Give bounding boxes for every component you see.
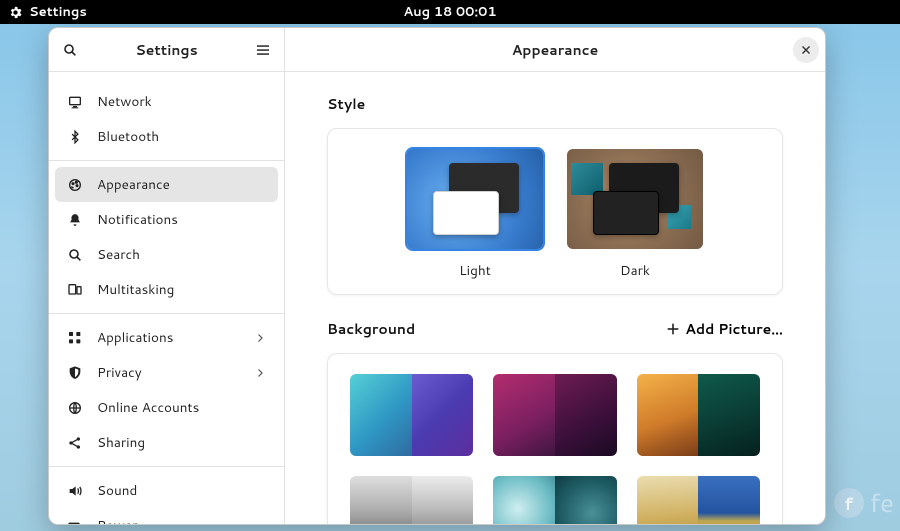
sidebar-search-button[interactable] (55, 35, 85, 65)
fedora-logo-icon: f (834, 488, 864, 518)
sidebar-item-bluetooth[interactable]: Bluetooth (55, 119, 278, 154)
multitask-icon (67, 282, 83, 298)
sidebar-item-appearance[interactable]: Appearance (55, 167, 278, 202)
sidebar-item-search[interactable]: Search (55, 237, 278, 272)
sidebar-item-label: Applications (97, 328, 173, 347)
add-picture-button[interactable]: Add Picture… (665, 319, 783, 339)
sidebar-item-label: Search (97, 245, 140, 264)
background-tile-4[interactable] (350, 476, 473, 524)
share-icon (67, 435, 83, 451)
background-tile-3[interactable] (637, 374, 760, 456)
power-icon (67, 518, 83, 525)
sidebar-list: Network Bluetooth Appearance Notifications S… (49, 72, 284, 524)
sidebar-item-label: Sharing (97, 433, 145, 452)
sidebar-menu-button[interactable] (248, 35, 278, 65)
plus-icon (665, 321, 681, 337)
sidebar-item-label: Privacy (97, 363, 142, 382)
chevron-right-icon (254, 332, 266, 344)
sidebar-item-label: Multitasking (97, 280, 174, 299)
sidebar-item-online-accounts[interactable]: Online Accounts (55, 390, 278, 425)
apps-icon (67, 330, 83, 346)
sidebar-item-sharing[interactable]: Sharing (55, 425, 278, 460)
sidebar-item-applications[interactable]: Applications (55, 320, 278, 355)
background-grid (328, 354, 782, 524)
sidebar-item-power[interactable]: Power (55, 508, 278, 524)
gear-icon (8, 5, 23, 20)
bell-icon (67, 212, 83, 228)
background-section-title: Background (327, 319, 415, 339)
sidebar-item-network[interactable]: Network (55, 84, 278, 119)
sidebar-item-sound[interactable]: Sound (55, 473, 278, 508)
sidebar-item-label: Bluetooth (97, 127, 159, 146)
sidebar-item-label: Appearance (97, 175, 170, 194)
network-icon (67, 94, 83, 110)
style-card: Light Dark (327, 128, 783, 295)
online-icon (67, 400, 83, 416)
background-tile-5[interactable] (493, 476, 616, 524)
sidebar-separator (49, 466, 284, 467)
style-option-label: Dark (620, 261, 650, 280)
style-preview-light (405, 147, 545, 251)
sidebar-item-label: Sound (97, 481, 137, 500)
background-tile-2[interactable] (493, 374, 616, 456)
sidebar-title: Settings (135, 40, 197, 60)
search-icon (67, 247, 83, 263)
appearance-icon (67, 177, 83, 193)
top-bar-activities[interactable]: Settings (8, 3, 87, 21)
sidebar: Settings Network Bluetooth Appearance Notif… (49, 28, 285, 524)
background-tile-1[interactable] (350, 374, 473, 456)
privacy-icon (67, 365, 83, 381)
bluetooth-icon (67, 129, 83, 145)
sidebar-item-label: Power (97, 516, 137, 524)
sidebar-separator (49, 313, 284, 314)
sidebar-item-label: Network (97, 92, 152, 111)
page-title: Appearance (512, 40, 599, 60)
background-tile-6[interactable] (637, 476, 760, 524)
sidebar-item-privacy[interactable]: Privacy (55, 355, 278, 390)
style-section-title: Style (327, 94, 783, 114)
search-icon (62, 42, 78, 58)
background-card (327, 353, 783, 524)
fedora-watermark: f fe (834, 485, 894, 521)
main-panel: Appearance Style Light Dark Background Ad… (285, 28, 825, 524)
sidebar-item-multitasking[interactable]: Multitasking (55, 272, 278, 307)
close-icon (800, 44, 812, 56)
gnome-top-bar: Settings Aug 18 00:01 (0, 0, 900, 24)
hamburger-icon (255, 42, 271, 58)
top-bar-app-label: Settings (29, 3, 87, 21)
sidebar-item-label: Online Accounts (97, 398, 199, 417)
sidebar-item-label: Notifications (97, 210, 178, 229)
content-area: Style Light Dark Background Add Picture… (285, 72, 825, 524)
sidebar-separator (49, 160, 284, 161)
settings-window: Settings Network Bluetooth Appearance Notif… (48, 27, 826, 525)
sound-icon (67, 483, 83, 499)
style-option-dark[interactable]: Dark (565, 147, 705, 280)
close-button[interactable] (793, 37, 819, 63)
style-option-light[interactable]: Light (405, 147, 545, 280)
top-bar-clock[interactable]: Aug 18 00:01 (403, 3, 496, 21)
style-option-label: Light (459, 261, 491, 280)
sidebar-item-notifications[interactable]: Notifications (55, 202, 278, 237)
chevron-right-icon (254, 367, 266, 379)
sidebar-header: Settings (49, 28, 284, 72)
style-preview-dark (565, 147, 705, 251)
main-header: Appearance (285, 28, 825, 72)
